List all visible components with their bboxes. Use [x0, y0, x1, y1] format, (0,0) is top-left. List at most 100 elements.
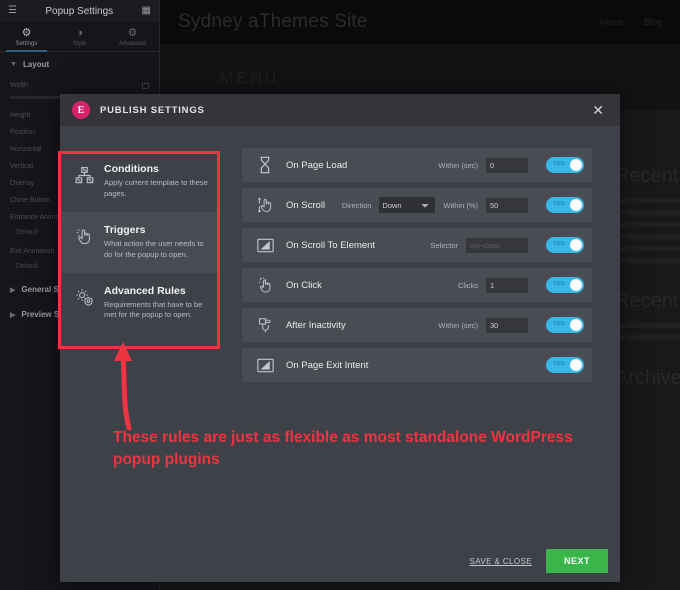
site-title: Sydney aThemes Site	[178, 11, 368, 32]
tab-label: Style	[72, 40, 87, 47]
widget-title: Recent Posts	[615, 165, 680, 187]
field-label-direction: Direction	[341, 200, 372, 210]
control-label: Height	[10, 112, 31, 119]
site-hero-text: MENU	[220, 70, 280, 87]
control-label: Position	[10, 129, 35, 136]
tab-label: Advanced	[119, 41, 146, 47]
save-and-close-button[interactable]: SAVE & CLOSE	[470, 557, 532, 566]
trigger-row-on-click[interactable]: On Click Clicks YES	[242, 268, 592, 302]
chevron-right-icon: ▶	[10, 286, 16, 294]
trigger-row-on-scroll[interactable]: On Scroll Direction Down Within (%) YES	[242, 188, 592, 222]
next-button[interactable]: NEXT	[546, 549, 608, 573]
trigger-row-on-page-exit-intent[interactable]: On Page Exit Intent YES	[242, 348, 592, 382]
widget-title: Archives	[615, 367, 680, 389]
panel-tabs: ⚙ Settings ◑ Style ⚙ Advanced	[0, 22, 159, 52]
tab-style[interactable]: ◑ Style	[53, 22, 106, 51]
settings-icon: ⚙	[21, 27, 32, 39]
responsive-device-icon[interactable]	[142, 82, 149, 89]
trigger-label: After Inactivity	[286, 319, 346, 331]
toggle-on-page-load[interactable]: YES	[546, 157, 584, 173]
sitemap-icon	[73, 163, 95, 185]
trigger-label: On Page Load	[286, 159, 348, 171]
tab-settings[interactable]: ⚙ Settings	[0, 22, 53, 52]
widget-text-line	[615, 246, 680, 251]
modal-body: Conditions Apply current template to the…	[60, 126, 620, 540]
nav-item-advanced-rules[interactable]: Advanced Rules Requirements that have to…	[60, 273, 220, 334]
hourglass-icon	[254, 156, 276, 174]
field-input-within-sec[interactable]	[486, 317, 528, 333]
toggle-on-page-exit-intent[interactable]: YES	[546, 357, 584, 373]
toggle-knob	[570, 159, 582, 171]
toggle-after-inactivity[interactable]: YES	[546, 317, 584, 333]
nav-item-desc: What action the user needs to do for the…	[104, 238, 204, 259]
field-select-direction[interactable]: Down	[379, 197, 436, 213]
screen: Sydney aThemes Site Home Blog MENU Recen…	[0, 0, 680, 590]
toggle-on-scroll-to-element[interactable]: YES	[546, 237, 584, 253]
widget-title: Recent Comments	[615, 290, 680, 312]
toggle-label: YES	[553, 361, 565, 367]
widget-text-line	[615, 222, 680, 227]
inactivity-hand-icon	[254, 316, 276, 334]
nav-item-triggers[interactable]: Triggers What action the user needs to d…	[60, 211, 220, 273]
nav-item-title: Advanced Rules	[104, 284, 186, 297]
section-layout[interactable]: ▼ Layout	[0, 52, 159, 77]
control-label: Vertical	[10, 163, 33, 170]
hamburger-icon[interactable]: ☰	[8, 6, 17, 16]
toggle-knob	[570, 199, 582, 211]
chevron-down-icon: ▼	[10, 61, 17, 68]
toggle-on-click[interactable]: YES	[546, 277, 584, 293]
modal-header: E PUBLISH SETTINGS ✕	[60, 94, 620, 126]
trigger-row-after-inactivity[interactable]: After Inactivity Within (sec) YES	[242, 308, 592, 342]
field-label-within-sec: Within (sec)	[438, 320, 478, 330]
control-label: Horizontal	[10, 146, 42, 153]
click-hand-icon	[73, 224, 95, 246]
trigger-row-on-scroll-to-element[interactable]: On Scroll To Element Selector YES	[242, 228, 592, 262]
modal-nav-list: Conditions Apply current template to the…	[60, 126, 220, 540]
toggle-knob	[570, 239, 582, 251]
nav-item-title: Triggers	[104, 223, 146, 236]
widget-text-line	[615, 198, 680, 203]
field-input-within-pct[interactable]	[486, 197, 528, 213]
toggle-knob	[570, 319, 582, 331]
toggle-knob	[570, 279, 582, 291]
nav-item-title: Conditions	[104, 163, 159, 175]
scroll-hand-icon	[254, 196, 276, 214]
click-icon	[254, 276, 276, 294]
nav-item-desc: Requirements that have to be met for the…	[104, 299, 203, 320]
panel-title: Popup Settings	[45, 5, 114, 17]
curved-arrow-icon	[114, 342, 132, 431]
trigger-label: On Click	[286, 279, 322, 291]
trigger-fields: Selector YES	[430, 237, 584, 253]
field-input-selector[interactable]	[466, 237, 528, 253]
widget-recent-posts: Recent Posts	[615, 164, 680, 263]
toggle-label: YES	[553, 321, 565, 327]
field-input-clicks[interactable]	[486, 277, 528, 293]
trigger-label: On Scroll	[286, 199, 326, 211]
site-nav[interactable]: Home Blog	[600, 17, 662, 27]
field-label-clicks: Clicks	[458, 280, 478, 290]
toggle-label: YES	[553, 161, 565, 167]
toggle-label: YES	[553, 281, 565, 287]
trigger-label: On Scroll To Element	[286, 239, 376, 251]
chevron-right-icon: ▶	[10, 311, 16, 319]
tab-label: Settings	[15, 41, 38, 47]
scroll-to-element-icon	[254, 238, 276, 253]
tab-advanced[interactable]: ⚙ Advanced	[106, 22, 159, 51]
toggle-knob	[570, 359, 582, 371]
site-nav-item-blog[interactable]: Blog	[644, 17, 662, 27]
trigger-fields: Within (sec) YES	[438, 157, 584, 173]
site-widget-area: Recent Posts Recent Comments Archives	[615, 164, 680, 416]
gear-shield-icon	[73, 285, 95, 307]
annotation-text: These rules are just as flexible as most…	[113, 429, 573, 469]
field-input-within-sec[interactable]	[486, 157, 528, 173]
apps-grid-icon[interactable]: ▦	[142, 6, 151, 16]
trigger-row-on-page-load[interactable]: On Page Load Within (sec) YES	[242, 148, 592, 182]
trigger-fields: Clicks YES	[458, 277, 584, 293]
control-width[interactable]: Width	[0, 77, 159, 94]
widget-archives: Archives	[615, 366, 680, 390]
trigger-fields: Within (sec) YES	[438, 317, 584, 333]
site-nav-item-home[interactable]: Home	[600, 17, 624, 27]
nav-item-conditions[interactable]: Conditions Apply current template to the…	[60, 151, 220, 212]
toggle-on-scroll[interactable]: YES	[546, 197, 584, 213]
close-icon[interactable]: ✕	[588, 101, 608, 119]
